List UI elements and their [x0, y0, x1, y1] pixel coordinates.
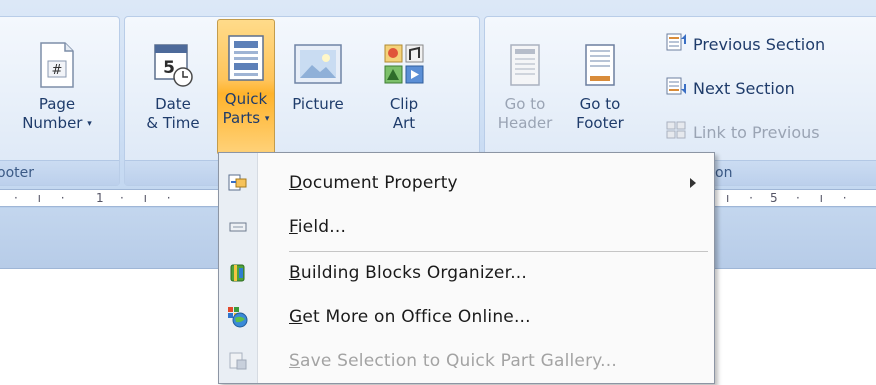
page-number-button[interactable]: # Page Number ▾ — [1, 41, 113, 134]
document-property-icon — [219, 173, 257, 193]
header-footer-group-label: ooter — [0, 160, 119, 185]
field-icon — [219, 217, 257, 237]
page-number-label-1: Page — [38, 95, 76, 113]
menu-item-document-property[interactable]: Document Property — [219, 165, 712, 201]
date-time-label-2: & Time — [146, 114, 200, 132]
clip-art-label-1: Clip — [389, 95, 419, 113]
go-to-footer-button[interactable]: Go to Footer — [565, 41, 635, 133]
office-online-icon — [219, 306, 257, 328]
quick-parts-label-2: Parts ▾ — [222, 109, 270, 127]
next-section-label: Next Section — [693, 78, 795, 98]
dropdown-arrow-icon: ▾ — [264, 114, 270, 124]
menu-item-save-selection-to-quick-part-gallery[interactable]: Save Selection to Quick Part Gallery... — [219, 343, 712, 379]
picture-icon — [292, 41, 344, 89]
menu-item-label: Get More on Office Online... — [289, 307, 531, 327]
menu-item-label: Building Blocks Organizer... — [289, 263, 528, 283]
menu-item-label: Save Selection to Quick Part Gallery... — [289, 351, 617, 371]
link-to-previous-icon — [665, 119, 687, 145]
submenu-arrow-icon — [690, 178, 696, 188]
building-blocks-icon — [219, 263, 257, 283]
quick-parts-button[interactable]: Quick Parts ▾ — [217, 19, 275, 155]
go-to-footer-icon — [580, 41, 620, 89]
svg-text:#: # — [52, 63, 63, 78]
header-footer-group: # Page Number ▾ ooter — [0, 16, 120, 186]
picture-label: Picture — [292, 95, 344, 113]
ruler-mark-1: 1 — [96, 191, 104, 205]
go-to-footer-label-1: Go to — [579, 95, 621, 113]
go-to-header-icon — [505, 41, 545, 89]
go-to-header-label-2: Header — [497, 114, 553, 132]
quick-parts-menu: Document Property Field... Building Bloc… — [218, 152, 715, 384]
quick-parts-label-1: Quick — [224, 90, 268, 108]
ruler-mark-5: 5 — [770, 191, 778, 205]
menu-item-label: Document Property — [289, 173, 458, 193]
menu-item-get-more-on-office-online[interactable]: Get More on Office Online... — [219, 299, 712, 335]
next-section-icon — [665, 75, 687, 101]
calendar-clock-icon: 5 — [151, 41, 195, 89]
picture-button[interactable]: Picture — [283, 41, 353, 114]
menu-separator — [289, 251, 708, 252]
page-number-label-2: Number ▾ — [22, 114, 92, 132]
clip-art-button[interactable]: Clip Art — [361, 41, 447, 133]
go-to-footer-label-2: Footer — [576, 114, 624, 132]
page-number-icon: # — [37, 41, 77, 89]
menu-item-field[interactable]: Field... — [219, 209, 712, 245]
go-to-header-label-1: Go to — [504, 95, 546, 113]
clip-art-icon — [381, 41, 427, 89]
link-to-previous-label: Link to Previous — [693, 122, 820, 142]
menu-item-label: Field... — [289, 217, 347, 237]
previous-section-button[interactable]: Previous Section — [665, 31, 825, 57]
date-time-button[interactable]: 5 Date & Time — [139, 41, 207, 133]
clip-art-label-2: Art — [392, 114, 416, 132]
previous-section-icon — [665, 31, 687, 57]
go-to-header-button[interactable]: Go to Header — [489, 41, 561, 133]
date-time-label-1: Date — [155, 95, 191, 113]
calendar-day: 5 — [163, 58, 175, 78]
link-to-previous-button[interactable]: Link to Previous — [665, 119, 820, 145]
dropdown-arrow-icon: ▾ — [87, 119, 92, 129]
next-section-button[interactable]: Next Section — [665, 75, 795, 101]
previous-section-label: Previous Section — [693, 34, 826, 54]
quick-parts-icon — [226, 34, 266, 84]
save-selection-icon — [219, 351, 257, 371]
menu-item-building-blocks-organizer[interactable]: Building Blocks Organizer... — [219, 255, 712, 291]
